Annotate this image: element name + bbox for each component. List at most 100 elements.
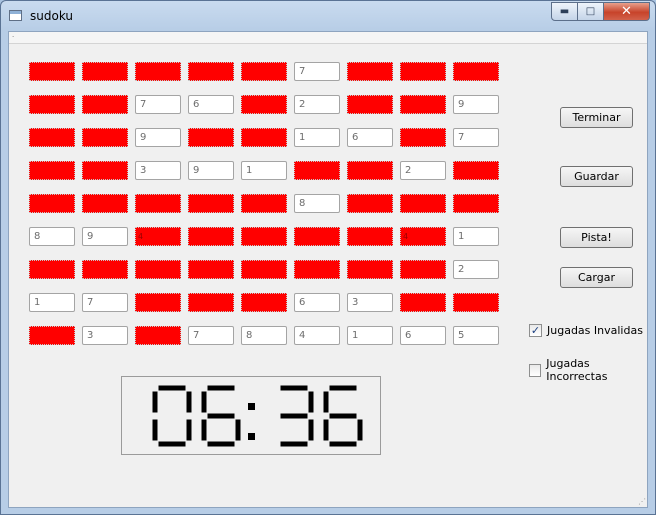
sudoku-cell-r7-c9[interactable]: 2 [453, 260, 499, 279]
sudoku-cell-r5-c9[interactable] [453, 194, 499, 213]
sudoku-cell-r2-c1[interactable] [29, 95, 75, 114]
sudoku-cell-r1-c4[interactable] [188, 62, 234, 81]
sudoku-cell-r9-c9[interactable]: 5 [453, 326, 499, 345]
timer-display: 06 36 [121, 376, 381, 455]
title-bar[interactable]: sudoku ▬ □ ✕ [1, 1, 655, 31]
sudoku-cell-r6-c3[interactable]: 4 [135, 227, 181, 246]
jugadas-incorrectas-checkbox[interactable] [529, 363, 542, 377]
sudoku-cell-r7-c6[interactable] [294, 260, 340, 279]
sudoku-cell-r2-c3[interactable]: 7 [135, 95, 181, 114]
sudoku-cell-r7-c5[interactable] [241, 260, 287, 279]
sudoku-cell-r3-c4[interactable] [188, 128, 234, 147]
sudoku-cell-r8-c1[interactable]: 1 [29, 293, 75, 312]
sudoku-cell-r1-c9[interactable] [453, 62, 499, 81]
sudoku-cell-r5-c1[interactable] [29, 194, 75, 213]
sudoku-cell-r9-c3[interactable] [135, 326, 181, 345]
sudoku-cell-r8-c2[interactable]: 7 [82, 293, 128, 312]
sudoku-cell-r9-c1[interactable] [29, 326, 75, 345]
sudoku-cell-r2-c7[interactable] [347, 95, 393, 114]
sudoku-cell-r5-c3[interactable] [135, 194, 181, 213]
sudoku-cell-r4-c7[interactable] [347, 161, 393, 180]
sudoku-cell-r3-c1[interactable] [29, 128, 75, 147]
sudoku-cell-r1-c6[interactable]: 7 [294, 62, 340, 81]
sudoku-cell-r5-c5[interactable] [241, 194, 287, 213]
sudoku-cell-r6-c4[interactable] [188, 227, 234, 246]
sudoku-cell-r6-c7[interactable] [347, 227, 393, 246]
lcd-segment [151, 390, 159, 414]
cell-value: 4 [138, 232, 144, 241]
close-button[interactable]: ✕ [604, 2, 650, 21]
sudoku-cell-r4-c6[interactable] [294, 161, 340, 180]
sudoku-cell-r9-c4[interactable]: 7 [188, 326, 234, 345]
sudoku-cell-r1-c7[interactable] [347, 62, 393, 81]
sudoku-cell-r3-c5[interactable] [241, 128, 287, 147]
sudoku-cell-r4-c8[interactable]: 2 [400, 161, 446, 180]
sudoku-cell-r3-c9[interactable]: 7 [453, 128, 499, 147]
sudoku-cell-r7-c3[interactable] [135, 260, 181, 279]
sudoku-cell-r7-c7[interactable] [347, 260, 393, 279]
sudoku-cell-r2-c4[interactable]: 6 [188, 95, 234, 114]
sudoku-cell-r3-c6[interactable]: 1 [294, 128, 340, 147]
sudoku-cell-r3-c8[interactable] [400, 128, 446, 147]
sudoku-cell-r2-c2[interactable] [82, 95, 128, 114]
sudoku-cell-r4-c3[interactable]: 3 [135, 161, 181, 180]
sudoku-cell-r5-c2[interactable] [82, 194, 128, 213]
lcd-segment [185, 418, 193, 442]
sudoku-cell-r9-c8[interactable]: 6 [400, 326, 446, 345]
sudoku-cell-r5-c8[interactable] [400, 194, 446, 213]
guardar-button[interactable]: Guardar [560, 166, 633, 187]
sudoku-cell-r8-c5[interactable] [241, 293, 287, 312]
sudoku-cell-r2-c8[interactable] [400, 95, 446, 114]
maximize-button[interactable]: □ [578, 2, 604, 21]
sudoku-cell-r1-c5[interactable] [241, 62, 287, 81]
sudoku-cell-r5-c4[interactable] [188, 194, 234, 213]
sudoku-cell-r9-c7[interactable]: 1 [347, 326, 393, 345]
cargar-button[interactable]: Cargar [560, 267, 633, 288]
sudoku-cell-r8-c4[interactable] [188, 293, 234, 312]
sudoku-cell-r2-c6[interactable]: 2 [294, 95, 340, 114]
sudoku-cell-r6-c8[interactable]: 4 [400, 227, 446, 246]
sudoku-cell-r6-c6[interactable] [294, 227, 340, 246]
sudoku-cell-r1-c8[interactable] [400, 62, 446, 81]
sudoku-cell-r8-c9[interactable] [453, 293, 499, 312]
sudoku-cell-r8-c6[interactable]: 6 [294, 293, 340, 312]
sudoku-cell-r4-c2[interactable] [82, 161, 128, 180]
sudoku-cell-r4-c5[interactable]: 1 [241, 161, 287, 180]
sudoku-cell-r3-c7[interactable]: 6 [347, 128, 393, 147]
terminar-button[interactable]: Terminar [560, 107, 633, 128]
sudoku-cell-r4-c9[interactable] [453, 161, 499, 180]
jugadas-invalidas-option[interactable]: ✓ Jugadas Invalidas [529, 324, 643, 337]
sudoku-cell-r4-c4[interactable]: 9 [188, 161, 234, 180]
jugadas-invalidas-checkbox[interactable]: ✓ [529, 324, 542, 337]
menu-bar[interactable]: · [9, 32, 647, 44]
sudoku-cell-r7-c8[interactable] [400, 260, 446, 279]
sudoku-cell-r8-c7[interactable]: 3 [347, 293, 393, 312]
sudoku-cell-r6-c5[interactable] [241, 227, 287, 246]
pista-button[interactable]: Pista! [560, 227, 633, 248]
sudoku-cell-r8-c3[interactable] [135, 293, 181, 312]
sudoku-cell-r7-c1[interactable] [29, 260, 75, 279]
sudoku-cell-r3-c3[interactable]: 9 [135, 128, 181, 147]
sudoku-cell-r1-c1[interactable] [29, 62, 75, 81]
sudoku-cell-r1-c2[interactable] [82, 62, 128, 81]
sudoku-cell-r7-c2[interactable] [82, 260, 128, 279]
sudoku-cell-r5-c6[interactable]: 8 [294, 194, 340, 213]
jugadas-incorrectas-option[interactable]: Jugadas Incorrectas [529, 357, 647, 383]
sudoku-cell-r9-c6[interactable]: 4 [294, 326, 340, 345]
sudoku-cell-r1-c3[interactable] [135, 62, 181, 81]
sudoku-cell-r8-c8[interactable] [400, 293, 446, 312]
sudoku-cell-r6-c2[interactable]: 9 [82, 227, 128, 246]
resize-grip-icon[interactable]: ⋰ [638, 497, 646, 506]
sudoku-cell-r3-c2[interactable] [82, 128, 128, 147]
sudoku-cell-r4-c1[interactable] [29, 161, 75, 180]
sudoku-cell-r6-c9[interactable]: 1 [453, 227, 499, 246]
minimize-button[interactable]: ▬ [551, 2, 578, 21]
sudoku-cell-r2-c9[interactable]: 9 [453, 95, 499, 114]
sudoku-cell-r9-c2[interactable]: 3 [82, 326, 128, 345]
maximize-icon: □ [585, 6, 596, 17]
sudoku-cell-r9-c5[interactable]: 8 [241, 326, 287, 345]
sudoku-cell-r7-c4[interactable] [188, 260, 234, 279]
sudoku-cell-r2-c5[interactable] [241, 95, 287, 114]
sudoku-cell-r5-c7[interactable] [347, 194, 393, 213]
sudoku-cell-r6-c1[interactable]: 8 [29, 227, 75, 246]
